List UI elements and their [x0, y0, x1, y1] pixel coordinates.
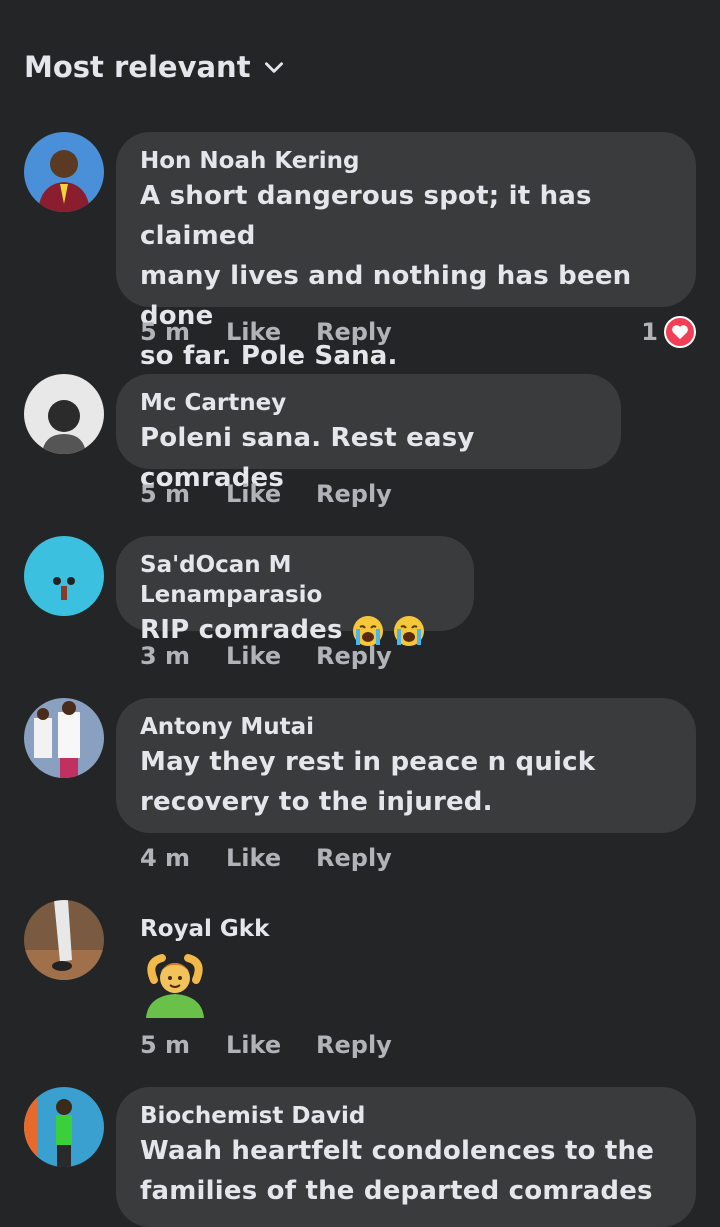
comment-actions: 3 m Like Reply	[140, 642, 392, 670]
comment-author[interactable]: Hon Noah Kering	[140, 146, 670, 176]
comment-bubble[interactable]: Mc Cartney Poleni sana. Rest easy comrad…	[116, 374, 621, 493]
comment-bubble[interactable]: Royal Gkk	[116, 900, 416, 1020]
crying-face-icon	[394, 615, 425, 646]
reaction-summary[interactable]: 1	[641, 316, 696, 348]
person-gesturing-ok-icon	[146, 954, 204, 1018]
comment-author[interactable]: Antony Mutai	[140, 712, 670, 742]
comment-author[interactable]: Mc Cartney	[140, 388, 595, 418]
comment-text-line: recovery to the injured.	[140, 787, 493, 817]
comment-text: RIP comrades	[140, 615, 343, 645]
avatar[interactable]	[24, 374, 104, 454]
comment-author[interactable]: Sa'dOcan M Lenamparasio	[140, 550, 448, 610]
comment-bubble[interactable]: Antony Mutai May they rest in peace n qu…	[116, 698, 696, 833]
comment-text-line: families of the departed comrades	[140, 1176, 653, 1206]
avatar[interactable]	[24, 1087, 104, 1167]
comment-time: 5 m	[140, 318, 191, 346]
reaction-count: 1	[641, 318, 658, 346]
comment-author[interactable]: Biochemist David	[140, 1101, 670, 1131]
comment-text-line: A short dangerous spot; it has claimed	[140, 181, 592, 251]
reply-button[interactable]: Reply	[316, 1031, 392, 1059]
comment-bubble[interactable]: Sa'dOcan M Lenamparasio RIP comrades	[116, 536, 474, 646]
like-button[interactable]: Like	[226, 1031, 316, 1059]
avatar[interactable]	[24, 536, 104, 616]
comment-text-line: Waah heartfelt condolences to the	[140, 1136, 655, 1166]
avatar[interactable]	[24, 900, 104, 980]
reply-button[interactable]: Reply	[316, 844, 392, 872]
like-button[interactable]: Like	[226, 480, 316, 508]
like-button[interactable]: Like	[226, 642, 316, 670]
sort-label: Most relevant	[24, 50, 251, 84]
heart-icon	[664, 316, 696, 348]
comment-time: 4 m	[140, 844, 191, 872]
comment-author[interactable]: Royal Gkk	[140, 914, 390, 944]
like-button[interactable]: Like	[226, 318, 316, 346]
comment-actions: 5 m Like Reply	[140, 1031, 392, 1059]
sort-dropdown[interactable]: Most relevant	[24, 50, 287, 84]
comment-actions: 5 m Like Reply	[140, 318, 392, 346]
comment-actions: 5 m Like Reply	[140, 480, 392, 508]
comment-bubble[interactable]: Biochemist David Waah heartfelt condolen…	[116, 1087, 696, 1227]
comment-time: 5 m	[140, 480, 191, 508]
reply-button[interactable]: Reply	[316, 642, 392, 670]
reply-button[interactable]: Reply	[316, 318, 392, 346]
avatar[interactable]	[24, 132, 104, 212]
comment-time: 5 m	[140, 1031, 191, 1059]
chevron-down-icon	[264, 62, 283, 73]
avatar[interactable]	[24, 698, 104, 778]
comment-bubble[interactable]: Hon Noah Kering A short dangerous spot; …	[116, 132, 696, 371]
reply-button[interactable]: Reply	[316, 480, 392, 508]
like-button[interactable]: Like	[226, 844, 316, 872]
comment-time: 3 m	[140, 642, 191, 670]
comment-actions: 4 m Like Reply	[140, 844, 392, 872]
comment-text-line: May they rest in peace n quick	[140, 747, 596, 777]
